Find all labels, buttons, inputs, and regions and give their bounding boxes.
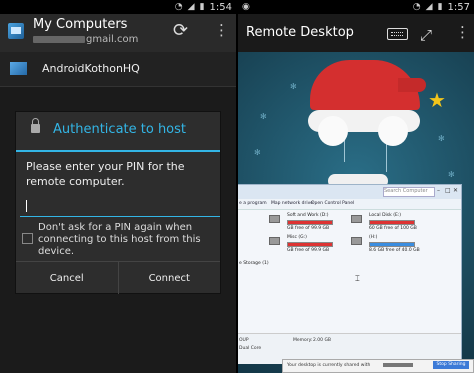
left-screen: ◔ ◢ ▮ 1:54 My Computers gmail.com ⟳ ⋮ An… xyxy=(0,0,236,373)
star-icon: ★ xyxy=(428,88,446,112)
dialog-buttons: Cancel Connect xyxy=(16,261,220,294)
drive-free: 60 GB free of 100 GB xyxy=(369,226,417,231)
snowflake-icon: ✻ xyxy=(448,170,455,179)
stop-sharing-button[interactable]: Stop Sharing xyxy=(433,361,469,369)
snowflake-icon: ✻ xyxy=(260,112,267,121)
overflow-menu-icon[interactable]: ⋮ xyxy=(455,23,470,41)
drive-usage-bar xyxy=(369,242,415,247)
notification-icon: ◉ xyxy=(242,2,250,12)
drive-name[interactable]: Misc (G:) xyxy=(287,235,307,240)
page-title: My Computers xyxy=(33,17,128,32)
drive-usage-bar xyxy=(287,220,333,225)
minimize-icon[interactable]: – xyxy=(437,187,443,194)
drive-name[interactable]: Soft and Work (D:) xyxy=(287,213,329,218)
toolbar-link[interactable]: Map network drive xyxy=(271,201,313,206)
wifi-icon: ◔ xyxy=(174,2,183,12)
battery-icon: ▮ xyxy=(199,2,205,12)
drive-free: 8.6 GB free of 40.0 GB xyxy=(369,248,420,253)
close-icon[interactable]: ✕ xyxy=(453,187,459,194)
lock-icon xyxy=(31,118,40,133)
fullscreen-icon[interactable]: ⤢ xyxy=(420,26,432,44)
santa-hat-fluff xyxy=(318,116,348,146)
overflow-menu-icon[interactable]: ⋮ xyxy=(214,21,229,39)
status-time: 1:57 xyxy=(447,1,470,13)
snowflake-icon: ✻ xyxy=(254,148,261,157)
toolbar-link[interactable]: Open Control Panel xyxy=(311,201,354,206)
window-titlebar: Search Computer – □ ✕ xyxy=(238,185,461,199)
drive-usage-bar xyxy=(369,220,415,225)
section-header: e Storage (1) xyxy=(239,261,269,266)
drive-free: GB free of 99.9 GB xyxy=(287,248,330,253)
santa-hat-tip xyxy=(398,78,426,92)
pin-input[interactable] xyxy=(20,196,220,217)
keyboard-icon[interactable] xyxy=(387,28,408,40)
wifi-icon: ◔ xyxy=(412,2,421,12)
host-name: AndroidKothonHQ xyxy=(42,62,140,75)
memory-value: 2.00 GB xyxy=(313,338,332,343)
drive-name[interactable]: (H:) xyxy=(369,235,377,240)
right-screen: ◉ ◔ ◢ ▮ 1:57 Remote Desktop ⤢ ⋮ ✻ ✻ ✻ ✻ … xyxy=(238,0,474,373)
chrome-remote-desktop-icon[interactable] xyxy=(8,23,24,39)
drive-icon xyxy=(351,215,362,223)
page-title: Remote Desktop xyxy=(246,25,354,40)
santa-hat-fluff xyxy=(378,116,408,146)
search-input[interactable]: Search Computer xyxy=(383,187,435,197)
action-bar: Remote Desktop ⤢ ⋮ xyxy=(238,14,474,52)
snowflake-icon: ✻ xyxy=(438,134,445,143)
remember-pin-label: Don't ask for a PIN again when connectin… xyxy=(38,222,201,257)
drive-usage-bar xyxy=(287,242,333,247)
redacted-email xyxy=(383,363,413,367)
host-list-item[interactable]: AndroidKothonHQ xyxy=(0,52,236,87)
snowflake-icon: ✻ xyxy=(290,82,297,91)
footer-text: Dual Core xyxy=(239,346,262,351)
signal-icon: ◢ xyxy=(425,2,433,12)
dialog-header: Authenticate to host xyxy=(16,112,220,152)
sharing-bar: Your desktop is currently shared with St… xyxy=(282,359,474,373)
footer-text: OUP xyxy=(239,338,249,343)
redacted-email xyxy=(33,36,85,43)
refresh-icon[interactable]: ⟳ xyxy=(173,20,188,41)
battery-icon: ▮ xyxy=(437,2,443,12)
drive-icon xyxy=(351,237,362,245)
drive-free: GB free of 99.9 GB xyxy=(287,226,330,231)
explorer-window[interactable]: Search Computer – □ ✕ e a program Map ne… xyxy=(238,184,462,364)
status-bar: ◉ ◔ ◢ ▮ 1:57 xyxy=(238,0,474,14)
sharing-text: Your desktop is currently shared with xyxy=(287,363,371,368)
account-email: gmail.com xyxy=(86,34,139,45)
pin-dialog: Authenticate to host Please enter your P… xyxy=(16,112,220,294)
maximize-icon[interactable]: □ xyxy=(445,187,451,194)
toolbar-link[interactable]: e a program xyxy=(239,201,267,206)
status-bar: ◔ ◢ ▮ 1:54 xyxy=(0,0,236,14)
remember-pin-checkbox[interactable] xyxy=(22,233,33,244)
remote-desktop-canvas[interactable]: ✻ ✻ ✻ ✻ ✻ ★ Search Computer – □ ✕ e a pr… xyxy=(238,52,474,373)
text-cursor xyxy=(26,200,27,212)
computer-icon xyxy=(10,62,27,75)
drive-icon xyxy=(269,215,280,223)
mouse-cursor-icon: ⌶ xyxy=(355,274,360,283)
signal-icon: ◢ xyxy=(187,2,195,12)
drive-name[interactable]: Local Disk (E:) xyxy=(369,213,401,218)
memory-label: Memory: xyxy=(293,338,313,343)
cancel-button[interactable]: Cancel xyxy=(16,262,118,294)
action-bar: My Computers gmail.com ⟳ ⋮ xyxy=(0,14,236,53)
drive-icon xyxy=(269,237,280,245)
status-time: 1:54 xyxy=(209,1,232,13)
dialog-title: Authenticate to host xyxy=(53,122,187,137)
dialog-message: Please enter your PIN for the remote com… xyxy=(26,160,185,188)
connect-button[interactable]: Connect xyxy=(117,262,221,294)
